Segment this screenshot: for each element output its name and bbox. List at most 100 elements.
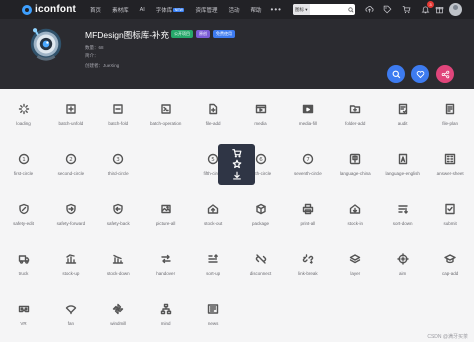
notification-count-badge: 3 [427,1,434,8]
icon-card[interactable] [142,143,189,193]
icon-card[interactable]: fan [47,293,94,342]
logo-text: iconfont [35,4,77,15]
download-icon[interactable] [232,171,242,181]
icon-card[interactable]: mind [142,293,189,342]
icon-card[interactable]: truck [0,243,47,293]
menu-item-ai[interactable]: AI [140,7,145,13]
icon-card-label: stock-out [203,221,223,226]
icon-card[interactable]: 2 second-circle [47,143,94,193]
icon-card[interactable]: stock-up [47,243,94,293]
icon-card[interactable]: layer [332,243,379,293]
icon-card[interactable]: link-break [284,243,331,293]
star-icon[interactable] [232,159,242,169]
icon-card[interactable]: cap-add [427,243,474,293]
search-project-button[interactable] [387,65,405,83]
icon-card[interactable]: aim [379,243,426,293]
icon-card[interactable]: file-plan [427,93,474,143]
icon-card-label: third-circle [107,171,129,176]
icon-card-label: cap-add [441,271,459,276]
vr-icon [18,305,29,313]
icon-card[interactable]: VR [0,293,47,342]
gift-icon[interactable] [434,4,445,15]
search-box: 图标 ▾ [293,4,355,15]
icon-card[interactable]: answer-sheet [427,143,474,193]
icon-card[interactable]: stock-out [190,193,237,243]
search-icon[interactable] [346,4,355,15]
icon-card[interactable]: batch-operation [142,93,189,143]
safety-back-icon [113,203,123,215]
more-menu-icon[interactable]: ••• [271,5,282,14]
icon-card[interactable]: safety-back [95,193,142,243]
icon-card[interactable]: sort-down [379,193,426,243]
share-project-button[interactable] [436,65,454,83]
media-icon [255,104,266,114]
icon-card[interactable]: stock-down [95,243,142,293]
icon-card[interactable]: batch-unfold [47,93,94,143]
watermark: CSDN @满牙买茶 [427,334,468,340]
project-title: MFDesign图标库-补充 [85,30,170,40]
icon-card[interactable]: language-english [379,143,426,193]
icon-card-label: disconnect [249,271,272,276]
icon-card-label: news [207,321,219,326]
icon-card[interactable]: 7 seventh-circle [284,143,331,193]
icon-card[interactable]: disconnect [237,243,284,293]
search-input[interactable] [309,7,346,12]
menu-item-resource-manage[interactable]: 资库管理 [195,6,217,14]
user-avatar[interactable] [449,3,462,16]
windmill-icon [113,303,124,315]
icon-card[interactable]: stock-in [332,193,379,243]
menu-item-help[interactable]: 帮助 [251,6,262,14]
icon-card[interactable]: package [237,193,284,243]
icon-card-label: submit [443,221,457,226]
menu-item-home[interactable]: 首页 [90,6,101,14]
icon-card[interactable]: media [237,93,284,143]
icon-card[interactable]: media-fill [284,93,331,143]
cart-icon[interactable] [401,4,412,15]
iconfont-logo[interactable]: iconfont [22,4,76,15]
icon-card[interactable]: safety-edit [0,193,47,243]
upload-icon[interactable] [364,4,375,15]
stock-in-icon [350,204,361,214]
cart-icon[interactable] [231,148,242,158]
favorite-project-button[interactable] [411,65,429,83]
icon-card-label: batch-unfold [58,121,84,126]
media-fill-icon [302,104,314,114]
icon-card[interactable]: 3 third-circle [95,143,142,193]
icon-card-label: mind [160,321,171,326]
icon-card[interactable]: handover [142,243,189,293]
icon-card[interactable]: windmill [95,293,142,342]
project-tags: 公开项目 原创 免费使用 [171,30,238,38]
icon-card-label: sort-down [392,221,413,226]
icon-card[interactable]: file-add [190,93,237,143]
batch-operation-icon [160,104,171,114]
icon-card[interactable]: sort-up [190,243,237,293]
menu-item-events[interactable]: 活动 [228,6,239,14]
icon-card[interactable]: loading [0,93,47,143]
icon-card[interactable]: 1 first-circle [0,143,47,193]
menu-item-label: 资库管理 [195,7,218,14]
icon-card[interactable]: submit [427,193,474,243]
icon-card[interactable]: batch-fold [95,93,142,143]
tag-icon[interactable] [382,4,393,15]
icon-card-label: safety-back [106,221,130,226]
icon-card[interactable]: language-china [332,143,379,193]
icon-card-label: seventh-circle [294,171,322,176]
icon-card[interactable]: folder-add [332,93,379,143]
tag-free: 免费使用 [213,30,235,38]
notification-icon[interactable]: 3 [420,1,434,15]
icon-card[interactable]: safety-forward [47,193,94,243]
batch-unfold-icon [66,104,76,114]
icon-card[interactable]: news [190,293,237,342]
tag-public: 公开项目 [171,30,193,38]
icon-card[interactable]: print-all [284,193,331,243]
svg-text:3: 3 [117,157,121,163]
picture-all-icon [160,204,171,214]
icon-card-label: batch-fold [108,121,129,126]
search-type-select[interactable]: 图标 ▾ [293,4,310,15]
icon-card[interactable]: picture-all [142,193,189,243]
menu-item-library[interactable]: 素材库 [112,6,129,14]
menu-item-fonts[interactable]: 字体库 NEW [156,6,185,14]
icon-card-label: audit [397,121,408,126]
icon-card[interactable]: audit [379,93,426,143]
heart-icon [416,70,424,78]
